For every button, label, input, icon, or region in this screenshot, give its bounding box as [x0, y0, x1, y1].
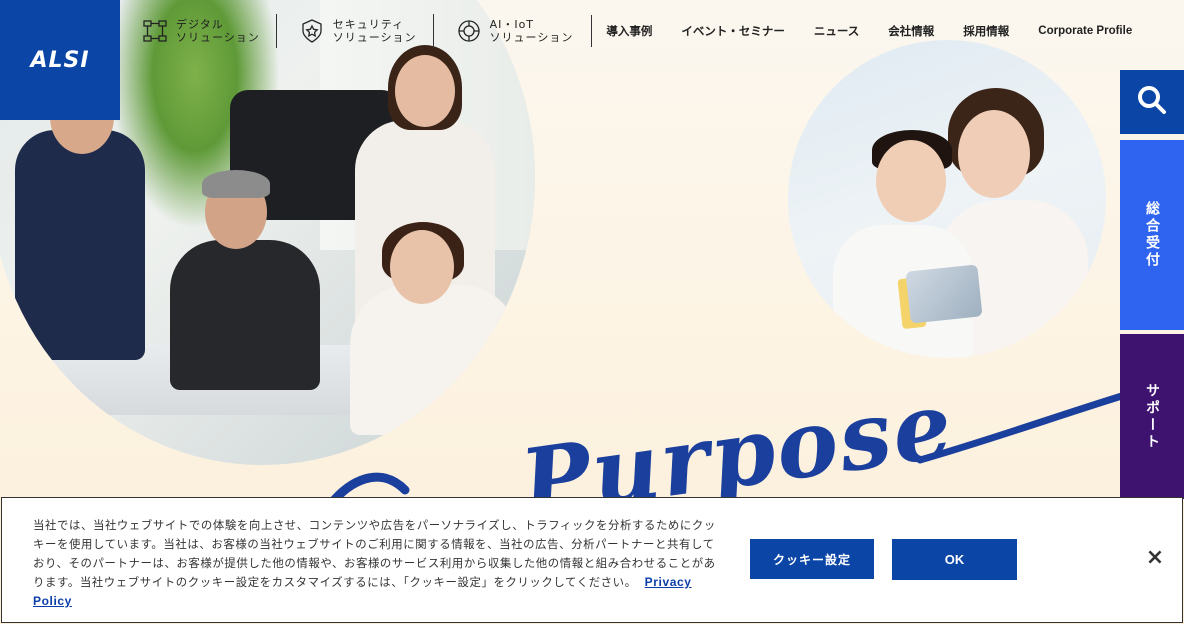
- search-icon: [1136, 84, 1168, 120]
- cookie-settings-button[interactable]: クッキー設定: [750, 539, 874, 579]
- logo-text: ALSI: [30, 47, 90, 73]
- nav-solution-line1: デジタル: [176, 18, 224, 31]
- close-icon[interactable]: ×: [1140, 542, 1170, 572]
- photo-person: [202, 170, 270, 198]
- nav-ai-iot-solution[interactable]: AI・IoT ソリューション: [432, 14, 590, 48]
- nav-link-news[interactable]: ニュース: [814, 23, 859, 39]
- contact-button[interactable]: 総合受付: [1120, 140, 1184, 330]
- photo-person: [15, 130, 145, 360]
- nav-solution-line1: AI・IoT: [489, 18, 535, 31]
- photo-person: [876, 140, 946, 222]
- hero-photo-family: [788, 40, 1106, 358]
- nav-security-solution[interactable]: セキュリティ ソリューション: [275, 14, 433, 48]
- photo-tablet: [905, 264, 983, 324]
- nav-link-recruit[interactable]: 採用情報: [963, 23, 1009, 39]
- cookie-ok-button[interactable]: OK: [892, 539, 1017, 580]
- nav-link-company[interactable]: 会社情報: [888, 23, 934, 39]
- nav-solution-line2: ソリューション: [332, 31, 417, 44]
- top-nav: デジタル ソリューション セキュリティ ソリューション AI・IoT ソリューシ…: [120, 0, 1184, 62]
- nav-link-corporate-profile[interactable]: Corporate Profile: [1038, 25, 1132, 37]
- nav-digital-solution[interactable]: デジタル ソリューション: [120, 14, 276, 48]
- nav-solution-line2: ソリューション: [489, 31, 574, 44]
- shield-star-icon: [299, 18, 325, 44]
- photo-person: [395, 55, 455, 127]
- ai-chip-icon: [456, 18, 482, 44]
- support-button[interactable]: サポート: [1120, 334, 1184, 499]
- photo-person: [390, 230, 454, 304]
- cookie-message-text: 当社では、当社ウェブサイトでの体験を向上させ、コンテンツや広告をパーソナライズし…: [33, 518, 716, 589]
- nav-divider: [591, 15, 593, 47]
- search-button[interactable]: [1120, 70, 1184, 134]
- cookie-message: 当社では、当社ウェブサイトでの体験を向上させ、コンテンツや広告をパーソナライズし…: [33, 516, 718, 611]
- support-label: サポート: [1144, 382, 1160, 451]
- nav-link-case-studies[interactable]: 導入事例: [606, 23, 652, 39]
- photo-person: [958, 110, 1030, 198]
- cookie-banner: 当社では、当社ウェブサイトでの体験を向上させ、コンテンツや広告をパーソナライズし…: [1, 497, 1183, 623]
- nav-solution-line1: セキュリティ: [332, 18, 405, 31]
- contact-label: 総合受付: [1144, 201, 1160, 269]
- photo-person: [170, 240, 320, 390]
- nav-solution-line2: ソリューション: [176, 31, 260, 44]
- nav-link-events[interactable]: イベント・セミナー: [681, 23, 785, 39]
- nav-links: 導入事例 イベント・セミナー ニュース 会社情報 採用情報 Corporate …: [606, 23, 1132, 39]
- network-icon: [142, 18, 168, 44]
- site-logo[interactable]: ALSI: [0, 0, 120, 120]
